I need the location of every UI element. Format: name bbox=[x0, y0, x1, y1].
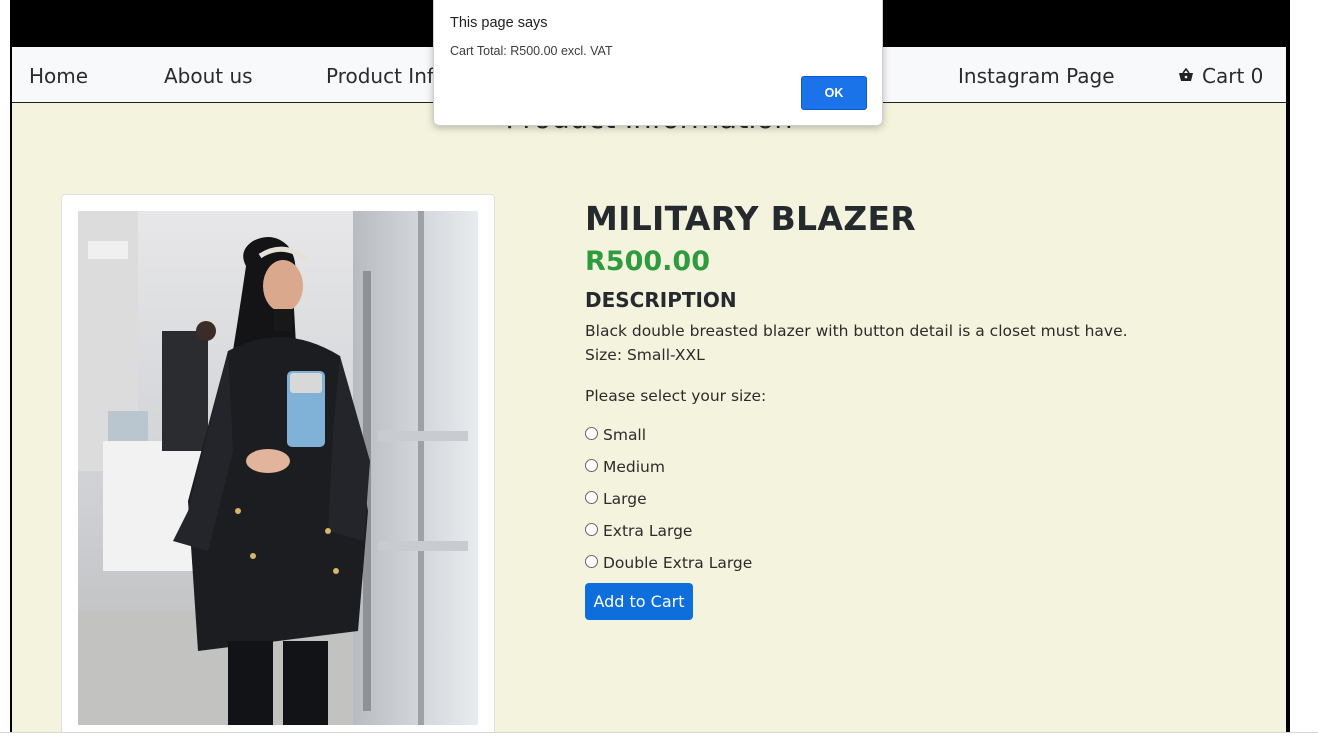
size-option-label: Extra Large bbox=[603, 522, 693, 540]
nav-instagram[interactable]: Instagram Page bbox=[958, 47, 1115, 102]
nav-product-info[interactable]: Product Info bbox=[326, 47, 446, 102]
product-description: Black double breasted blazer with button… bbox=[585, 322, 1128, 340]
viewport-divider bbox=[0, 732, 1318, 733]
size-option-medium[interactable]: Medium bbox=[585, 457, 665, 477]
description-heading: DESCRIPTION bbox=[585, 288, 737, 312]
size-option-label: Medium bbox=[603, 458, 665, 476]
dialog-title: This page says bbox=[450, 15, 548, 31]
size-option-small[interactable]: Small bbox=[585, 425, 646, 445]
size-radio[interactable] bbox=[585, 458, 598, 472]
nav-about[interactable]: About us bbox=[164, 47, 253, 102]
size-option-label: Small bbox=[603, 426, 647, 444]
product-price: R500.00 bbox=[585, 246, 710, 277]
size-option-extra-large[interactable]: Extra Large bbox=[585, 521, 692, 541]
size-option-label: Double Extra Large bbox=[603, 554, 753, 572]
size-prompt: Please select your size: bbox=[585, 387, 767, 405]
alert-dialog: This page says Cart Total: R500.00 excl.… bbox=[433, 0, 883, 126]
nav-home[interactable]: Home bbox=[29, 47, 88, 102]
size-range: Size: Small-XXL bbox=[585, 346, 705, 364]
product-image-card bbox=[61, 194, 495, 732]
size-radio[interactable] bbox=[585, 490, 598, 504]
basket-icon bbox=[1178, 46, 1194, 104]
size-option-large[interactable]: Large bbox=[585, 489, 647, 509]
product-title: MILITARY BLAZER bbox=[585, 199, 917, 238]
cart-label: Cart 0 bbox=[1202, 64, 1264, 88]
product-photo bbox=[78, 211, 478, 725]
nav-cart[interactable]: Cart 0 bbox=[1178, 47, 1263, 102]
add-to-cart-button[interactable]: Add to Cart bbox=[585, 583, 693, 620]
size-radio[interactable] bbox=[585, 554, 598, 568]
size-radio[interactable] bbox=[585, 522, 598, 536]
size-option-label: Large bbox=[603, 490, 647, 508]
size-option-double-extra-large[interactable]: Double Extra Large bbox=[585, 553, 752, 573]
product-page: Product Information bbox=[12, 101, 1286, 732]
dialog-ok-button[interactable]: OK bbox=[801, 76, 867, 110]
size-radio[interactable] bbox=[585, 426, 598, 440]
dialog-message: Cart Total: R500.00 excl. VAT bbox=[450, 44, 613, 58]
